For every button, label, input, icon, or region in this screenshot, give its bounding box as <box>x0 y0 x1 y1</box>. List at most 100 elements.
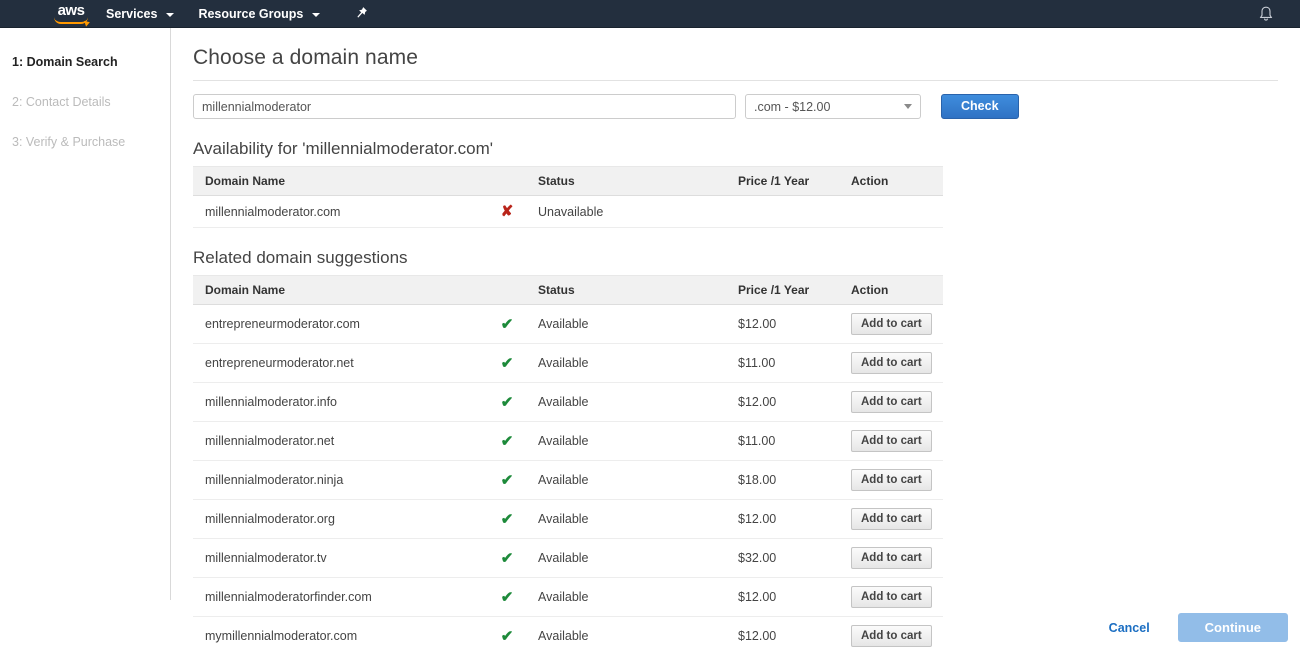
cell-action: Add to cart <box>839 538 943 578</box>
sidebar-item-contact-details[interactable]: 2: Contact Details <box>0 82 171 122</box>
cell-domain-name: millennialmoderator.info <box>193 382 488 422</box>
column-header-price: Price /1 Year <box>726 166 839 196</box>
cell-domain-name: entrepreneurmoderator.net <box>193 343 488 383</box>
tld-select[interactable]: .com - $12.00 <box>745 94 921 119</box>
cell-domain-name: mymillennialmoderator.com <box>193 616 488 650</box>
add-to-cart-button[interactable]: Add to cart <box>851 586 932 608</box>
suggestions-section-title: Related domain suggestions <box>193 248 408 267</box>
cell-status: Available <box>526 460 726 500</box>
table-row: entrepreneurmoderator.com ✔ Available $12.0… <box>193 304 943 344</box>
aws-logo-smile-icon <box>54 17 88 24</box>
cell-price: $12.00 <box>726 304 839 344</box>
nav-item-services[interactable]: Services <box>94 0 186 28</box>
cell-price <box>726 195 839 228</box>
table-row: mymillennialmoderator.com ✔ Available $12.0… <box>193 616 943 650</box>
check-icon: ✔ <box>500 432 514 450</box>
cell-status: Available <box>526 577 726 617</box>
cell-status: Available <box>526 382 726 422</box>
availability-table: Domain Name Status Price /1 Year Action … <box>193 166 943 228</box>
cell-status-icon: ✔ <box>488 343 526 383</box>
cell-status: Available <box>526 304 726 344</box>
aws-logo[interactable]: aws <box>48 3 94 25</box>
sidebar-item-verify-purchase-label: 3: Verify & Purchase <box>12 135 126 149</box>
cell-action: Add to cart <box>839 421 943 461</box>
wizard-sidebar: 1: Domain Search 2: Contact Details 3: V… <box>0 28 171 650</box>
check-icon: ✔ <box>500 627 514 645</box>
top-navigation-bar: aws Services Resource Groups <box>0 0 1300 28</box>
add-to-cart-button[interactable]: Add to cart <box>851 391 932 413</box>
main-content: Choose a domain name .com - $12.00 Check… <box>171 28 1300 650</box>
check-icon: ✔ <box>500 393 514 411</box>
cell-status-icon: ✔ <box>488 577 526 617</box>
column-header-price: Price /1 Year <box>726 275 839 305</box>
table-header-row: Domain Name Status Price /1 Year Action <box>193 275 943 305</box>
table-row: millennialmoderator.info ✔ Available $12.00… <box>193 382 943 422</box>
suggestions-table: Domain Name Status Price /1 Year Action … <box>193 275 943 650</box>
add-to-cart-button[interactable]: Add to cart <box>851 625 932 647</box>
add-to-cart-button[interactable]: Add to cart <box>851 469 932 491</box>
cell-status-icon: ✔ <box>488 616 526 650</box>
add-to-cart-button[interactable]: Add to cart <box>851 352 932 374</box>
cancel-button[interactable]: Cancel <box>1109 621 1150 635</box>
check-icon: ✔ <box>500 588 514 606</box>
add-to-cart-button[interactable]: Add to cart <box>851 547 932 569</box>
column-header-status-icon <box>488 166 526 196</box>
nav-item-resource-groups[interactable]: Resource Groups <box>186 0 332 28</box>
add-to-cart-button[interactable]: Add to cart <box>851 508 932 530</box>
cell-status: Available <box>526 538 726 578</box>
nav-item-services-label: Services <box>106 6 158 21</box>
cell-status-icon: ✔ <box>488 499 526 539</box>
chevron-down-icon <box>166 12 175 17</box>
sidebar-item-domain-search-label: 1: Domain Search <box>12 55 118 69</box>
sidebar-item-verify-purchase[interactable]: 3: Verify & Purchase <box>0 122 171 162</box>
add-to-cart-button[interactable]: Add to cart <box>851 430 932 452</box>
cell-status-icon: ✔ <box>488 538 526 578</box>
bell-notification-icon[interactable] <box>1258 5 1274 23</box>
add-to-cart-button[interactable]: Add to cart <box>851 313 932 335</box>
cell-status-icon: ✔ <box>488 460 526 500</box>
column-header-action: Action <box>839 166 943 196</box>
cell-action: Add to cart <box>839 382 943 422</box>
cell-price: $12.00 <box>726 616 839 650</box>
table-row: millennialmoderator.org ✔ Available $12.00 A… <box>193 499 943 539</box>
cell-domain-name: millennialmoderator.net <box>193 421 488 461</box>
cell-price: $18.00 <box>726 460 839 500</box>
cell-action: Add to cart <box>839 460 943 500</box>
cell-price: $32.00 <box>726 538 839 578</box>
page-body: 1: Domain Search 2: Contact Details 3: V… <box>0 28 1300 650</box>
column-header-action: Action <box>839 275 943 305</box>
continue-button[interactable]: Continue <box>1177 613 1288 642</box>
check-icon: ✔ <box>500 549 514 567</box>
page-title: Choose a domain name <box>193 46 1278 81</box>
check-button[interactable]: Check <box>941 94 1019 119</box>
column-header-status: Status <box>526 275 726 305</box>
cell-action <box>839 195 943 228</box>
pushpin-icon[interactable] <box>354 6 368 22</box>
cell-domain-name: millennialmoderator.ninja <box>193 460 488 500</box>
table-row: millennialmoderator.net ✔ Available $11.00 A… <box>193 421 943 461</box>
tld-select-value: .com - $12.00 <box>754 99 831 114</box>
cell-status: Available <box>526 616 726 650</box>
cell-status-icon: ✔ <box>488 304 526 344</box>
table-row: millennialmoderator.ninja ✔ Available $18.0… <box>193 460 943 500</box>
cell-action: Add to cart <box>839 304 943 344</box>
table-row: entrepreneurmoderator.net ✔ Available $11.0… <box>193 343 943 383</box>
table-row: millennialmoderatorfinder.com ✔ Available $… <box>193 577 943 617</box>
check-icon: ✔ <box>500 354 514 372</box>
check-icon: ✔ <box>500 510 514 528</box>
cell-price: $12.00 <box>726 499 839 539</box>
cell-price: $12.00 <box>726 382 839 422</box>
sidebar-item-domain-search[interactable]: 1: Domain Search <box>0 42 171 82</box>
table-row: millennialmoderator.com ✘ Unavailable <box>193 195 943 228</box>
sidebar-item-contact-details-label: 2: Contact Details <box>12 95 111 109</box>
check-icon: ✔ <box>500 471 514 489</box>
cell-status-icon: ✔ <box>488 382 526 422</box>
domain-search-input[interactable] <box>193 94 736 119</box>
cell-price: $12.00 <box>726 577 839 617</box>
cell-domain-name: millennialmoderatorfinder.com <box>193 577 488 617</box>
cell-price: $11.00 <box>726 421 839 461</box>
column-header-domain-name: Domain Name <box>193 166 488 196</box>
cell-domain-name: millennialmoderator.tv <box>193 538 488 578</box>
table-row: millennialmoderator.tv ✔ Available $32.00 Ad… <box>193 538 943 578</box>
aws-logo-text: aws <box>57 1 85 19</box>
